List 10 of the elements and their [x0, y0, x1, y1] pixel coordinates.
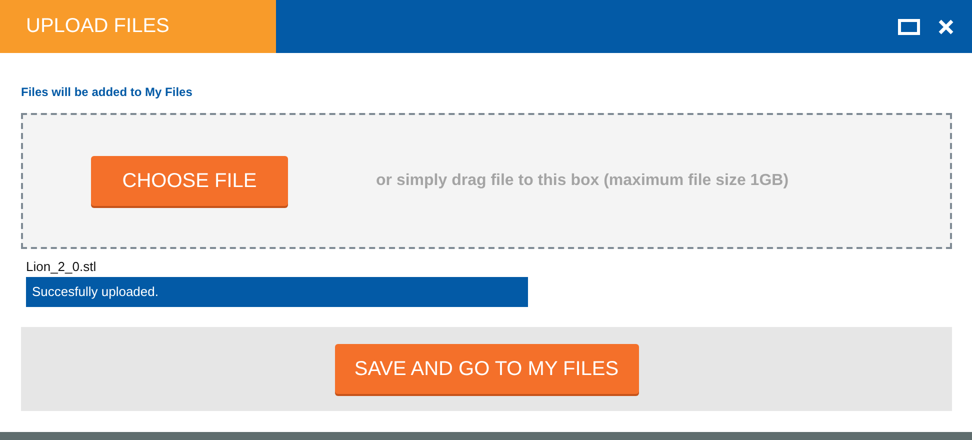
close-icon[interactable]	[938, 18, 954, 34]
save-button[interactable]: SAVE AND GO TO MY FILES	[334, 344, 638, 394]
destination-note: Files will be added to My Files	[21, 85, 194, 99]
drop-hint: or simply drag file to this box (maximum file size 1GB)	[376, 172, 789, 190]
upload-status: Succesfully uploaded.	[26, 277, 528, 307]
drop-zone[interactable]: CHOOSE FILE or simply drag file to this box (maximum file size 1GB)	[21, 113, 952, 249]
file-name: Lion_2_0.stl	[26, 259, 98, 274]
maximize-icon[interactable]	[898, 18, 920, 34]
choose-file-button[interactable]: CHOOSE FILE	[91, 156, 288, 206]
window-title: UPLOAD FILES	[0, 0, 276, 53]
